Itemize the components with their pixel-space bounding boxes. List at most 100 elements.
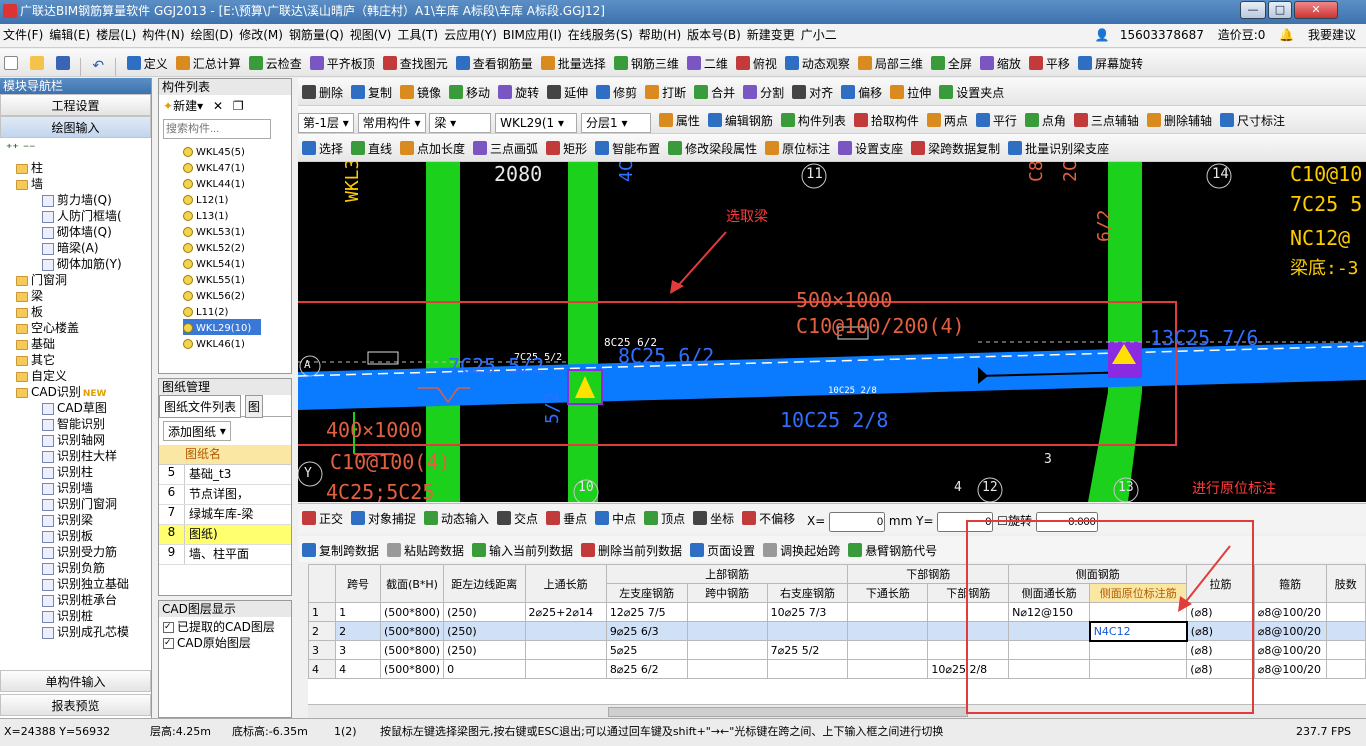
tool-tb2-3[interactable]: 移动 bbox=[445, 80, 494, 104]
tree-node-8[interactable]: 梁 bbox=[0, 288, 151, 304]
project-settings-button[interactable]: 工程设置 bbox=[0, 94, 151, 116]
tool-tb1-10[interactable]: 动态观察 bbox=[781, 51, 854, 75]
tree-node-2[interactable]: 剪力墙(Q) bbox=[0, 192, 151, 208]
tree-node-23[interactable]: 识别板 bbox=[0, 528, 151, 544]
tool-gridtbitems-5[interactable]: 调换起始跨 bbox=[759, 538, 844, 562]
grid-cell[interactable]: ⌀8@100/20 bbox=[1253, 640, 1327, 660]
tool-gridtbitems-2[interactable]: 输入当前列数据 bbox=[468, 538, 577, 562]
grid-cell[interactable] bbox=[524, 621, 607, 641]
layer-select[interactable]: 分层1 ▾ bbox=[580, 112, 651, 133]
grid-cell[interactable]: 4 bbox=[308, 659, 337, 679]
component-item[interactable]: WKL29(10) bbox=[183, 319, 261, 335]
tool-tb1-13[interactable]: 缩放 bbox=[976, 51, 1025, 75]
component-item[interactable]: WKL52(2) bbox=[183, 239, 291, 255]
menu-item-9[interactable]: 云应用(Y) bbox=[441, 24, 500, 46]
name-select[interactable]: WKL29(1 ▾ bbox=[495, 113, 578, 133]
suggest-link[interactable]: 我要建议 bbox=[1308, 28, 1356, 42]
component-item[interactable]: L13(1) bbox=[183, 207, 291, 223]
component-item[interactable]: WKL46(1) bbox=[183, 335, 291, 351]
component-item[interactable]: L12(1) bbox=[183, 191, 291, 207]
menu-item-5[interactable]: 修改(M) bbox=[236, 24, 286, 46]
tool-tb1-7[interactable]: 钢筋三维 bbox=[610, 51, 683, 75]
undo-icon[interactable]: ↶ bbox=[88, 54, 108, 76]
tree-node-5[interactable]: 暗梁(A) bbox=[0, 240, 151, 256]
grid-cell[interactable]: 10⌀25 7/3 bbox=[766, 602, 849, 622]
grid-cell[interactable] bbox=[1325, 602, 1366, 622]
tool-tb1-12[interactable]: 全屏 bbox=[927, 51, 976, 75]
grid-cell[interactable] bbox=[847, 621, 929, 641]
tool-tb3-8[interactable]: 删除辅轴 bbox=[1143, 108, 1216, 132]
grid-cell[interactable]: 2 bbox=[335, 621, 381, 641]
tool-tb3-4[interactable]: 两点 bbox=[923, 108, 972, 132]
tool-tb4-9[interactable]: 梁跨数据复制 bbox=[907, 136, 1004, 160]
tool-snapbar-5[interactable]: 中点 bbox=[591, 506, 640, 530]
grid-cell[interactable]: 9⌀25 6/3 bbox=[605, 621, 688, 641]
component-item[interactable]: WKL44(1) bbox=[183, 175, 291, 191]
grid-cell[interactable]: (250) bbox=[443, 640, 526, 660]
grid-cell[interactable]: (500*800) bbox=[379, 602, 445, 622]
grid-cell[interactable] bbox=[1325, 640, 1366, 660]
tool-snapbar-2[interactable]: 动态输入 bbox=[420, 506, 493, 530]
tool-gridtbitems-4[interactable]: 页面设置 bbox=[686, 538, 759, 562]
tree-node-24[interactable]: 识别受力筋 bbox=[0, 544, 151, 560]
menu-item-1[interactable]: 编辑(E) bbox=[46, 24, 93, 46]
grid-cell[interactable] bbox=[766, 659, 849, 679]
x-input[interactable] bbox=[829, 512, 886, 532]
tool-tb2-4[interactable]: 旋转 bbox=[494, 80, 543, 104]
grid-cell[interactable]: (250) bbox=[443, 621, 526, 641]
tool-tb1-0[interactable]: 定义 bbox=[123, 51, 172, 75]
grid-cell[interactable]: 7⌀25 5/2 bbox=[766, 640, 849, 660]
component-item[interactable]: WKL55(1) bbox=[183, 271, 291, 287]
single-input-button[interactable]: 单构件输入 bbox=[0, 670, 151, 692]
tool-tb4-8[interactable]: 设置支座 bbox=[834, 136, 907, 160]
grid-cell[interactable] bbox=[847, 602, 929, 622]
tool-tb2-12[interactable]: 拉伸 bbox=[886, 80, 935, 104]
tool-tb3-2[interactable]: 构件列表 bbox=[777, 108, 850, 132]
open-file-icon[interactable] bbox=[26, 51, 48, 75]
tree-node-13[interactable]: 自定义 bbox=[0, 368, 151, 384]
tool-tb4-0[interactable]: 选择 bbox=[298, 136, 347, 160]
delete-icon[interactable]: ✕ bbox=[213, 99, 223, 113]
tool-tb2-1[interactable]: 复制 bbox=[347, 80, 396, 104]
tool-snapbar-4[interactable]: 垂点 bbox=[542, 506, 591, 530]
tool-tb3-1[interactable]: 编辑钢筋 bbox=[704, 108, 777, 132]
drawing-row[interactable]: 8 图纸) bbox=[159, 525, 291, 545]
tool-snapbar-1[interactable]: 对象捕捉 bbox=[347, 506, 420, 530]
tool-tb3-7[interactable]: 三点辅轴 bbox=[1070, 108, 1143, 132]
tool-tb2-13[interactable]: 设置夹点 bbox=[935, 80, 1008, 104]
grid-cell[interactable] bbox=[686, 621, 768, 641]
new-file-icon[interactable] bbox=[0, 51, 22, 75]
cad-layer-item[interactable]: ✓ 已提取的CAD图层 bbox=[163, 619, 287, 635]
tool-tb1-5[interactable]: 查看钢筋量 bbox=[452, 51, 537, 75]
tree-node-9[interactable]: 板 bbox=[0, 304, 151, 320]
tool-tb2-5[interactable]: 延伸 bbox=[543, 80, 592, 104]
tab-other[interactable]: 图 bbox=[244, 395, 263, 418]
menu-item-14[interactable]: 新建变更 bbox=[744, 24, 798, 46]
tree-node-27[interactable]: 识别桩承台 bbox=[0, 592, 151, 608]
tree-node-19[interactable]: 识别柱 bbox=[0, 464, 151, 480]
grid-cell[interactable]: (250) bbox=[443, 602, 526, 622]
grid-cell[interactable]: 3 bbox=[308, 640, 337, 660]
tool-gridtbitems-1[interactable]: 粘贴跨数据 bbox=[383, 538, 468, 562]
maximize-button[interactable]: □ bbox=[1268, 1, 1292, 19]
component-item[interactable]: WKL56(2) bbox=[183, 287, 291, 303]
tool-gridtbitems-0[interactable]: 复制跨数据 bbox=[298, 538, 383, 562]
new-component-button[interactable]: ✦新建▾ bbox=[163, 99, 203, 113]
tree-node-11[interactable]: 基础 bbox=[0, 336, 151, 352]
component-item[interactable]: WKL54(1) bbox=[183, 255, 291, 271]
tree-node-7[interactable]: 门窗洞 bbox=[0, 272, 151, 288]
close-button[interactable]: ✕ bbox=[1294, 1, 1338, 19]
grid-cell[interactable]: 2 bbox=[308, 621, 337, 641]
tree-node-28[interactable]: 识别桩 bbox=[0, 608, 151, 624]
tool-tb1-9[interactable]: 俯视 bbox=[732, 51, 781, 75]
component-item[interactable]: WKL53(1) bbox=[183, 223, 291, 239]
tool-snapbar-0[interactable]: 正交 bbox=[298, 506, 347, 530]
tool-tb4-4[interactable]: 矩形 bbox=[542, 136, 591, 160]
menu-item-15[interactable]: 广小二 bbox=[798, 24, 840, 46]
tree-node-25[interactable]: 识别负筋 bbox=[0, 560, 151, 576]
tool-tb2-6[interactable]: 修剪 bbox=[592, 80, 641, 104]
tool-tb2-10[interactable]: 对齐 bbox=[788, 80, 837, 104]
tree-node-14[interactable]: CAD识别 NEW bbox=[0, 384, 151, 400]
comp-select[interactable]: 梁 ▾ bbox=[429, 112, 492, 133]
tool-tb2-8[interactable]: 合并 bbox=[690, 80, 739, 104]
